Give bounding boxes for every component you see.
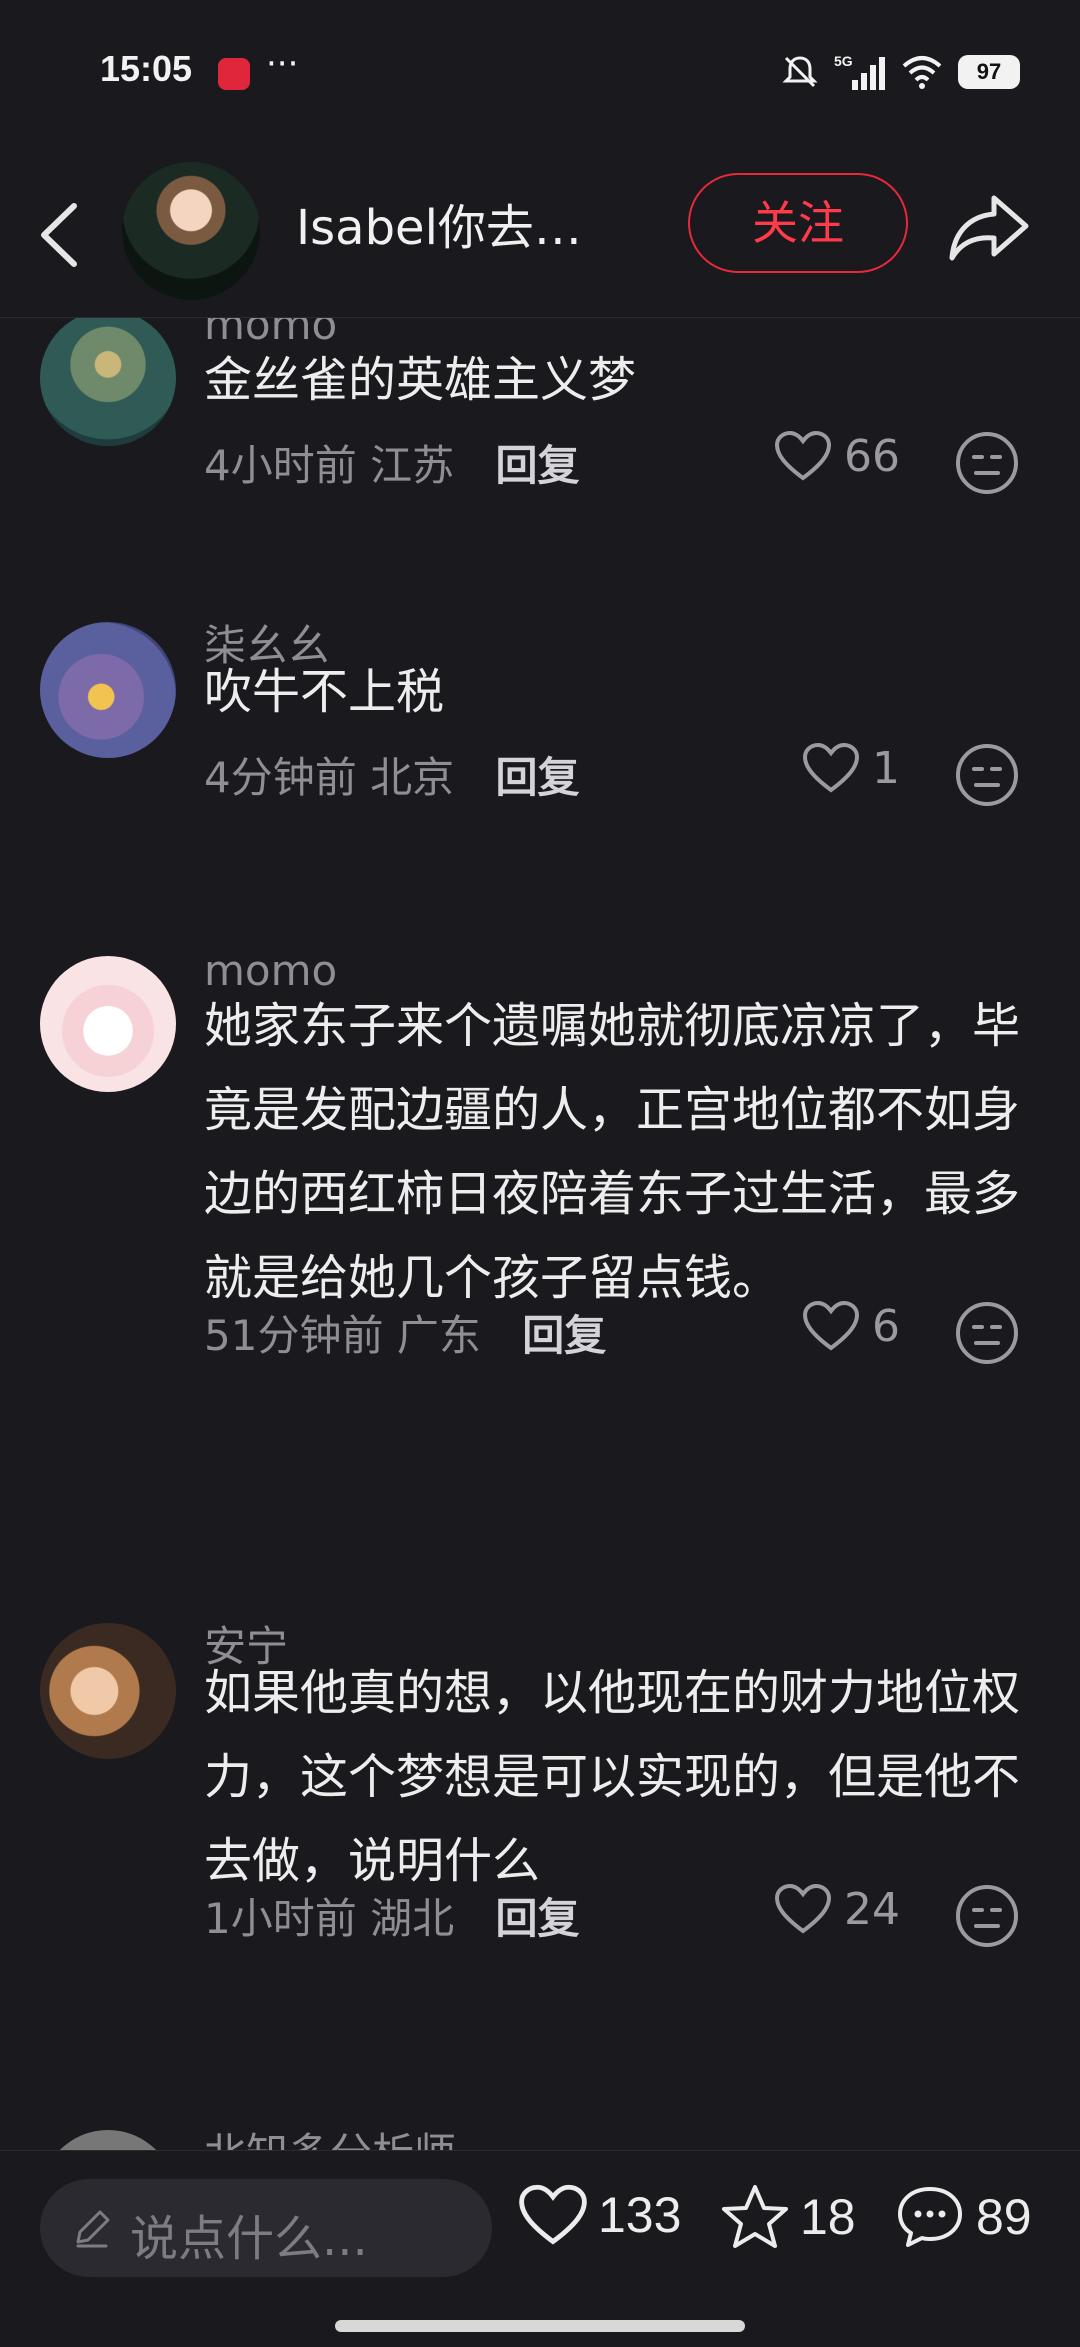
reply-button[interactable]: 回复 [495, 441, 579, 490]
status-icons: 5G 97 [780, 50, 1020, 94]
collect-total: 18 [800, 2189, 856, 2245]
comment-location: 北京 [370, 753, 455, 802]
heart-icon [802, 742, 860, 793]
author-avatar[interactable] [122, 162, 260, 300]
home-indicator[interactable] [335, 2320, 745, 2332]
commenter-avatar[interactable] [40, 956, 176, 1092]
comment-time: 4分钟前 [204, 753, 357, 802]
comment-total: 89 [976, 2189, 1032, 2245]
comment-location: 广东 [396, 1311, 481, 1360]
status-time: 15:05 [100, 48, 193, 89]
comment-like-button[interactable]: 1 [802, 742, 900, 794]
battery-indicator: 97 [958, 55, 1020, 89]
like-count: 24 [844, 1883, 900, 1935]
back-arrow-icon [41, 203, 77, 267]
signal-icon: 5G [834, 53, 885, 90]
comment-time: 1小时前 [204, 1894, 357, 1943]
comment-meta: 51分钟前 广东 回复 [204, 1302, 606, 1363]
follow-button[interactable]: 关注 [688, 173, 908, 273]
reply-button[interactable]: 回复 [495, 753, 579, 802]
heart-icon [774, 1883, 832, 1934]
comment-input-placeholder: 说点什么... [130, 2211, 368, 2267]
commenter-avatar[interactable] [40, 1623, 176, 1759]
comment-like-button[interactable]: 24 [774, 1883, 900, 1935]
comment-bubble-icon [898, 2187, 962, 2247]
reply-button[interactable]: 回复 [522, 1311, 606, 1360]
comment-like-button[interactable]: 6 [802, 1300, 900, 1352]
comment-list: momo 金丝雀的英雄主义梦 4小时前 江苏 回复 66 柒幺幺 吹牛不上税 4… [0, 300, 1080, 2150]
like-total: 133 [598, 2187, 682, 2243]
svg-text:5G: 5G [834, 53, 853, 69]
note-header: Isabel你去… 关注 [0, 150, 1080, 318]
like-count: 1 [872, 742, 900, 794]
comment-text[interactable]: 她家东子来个遗嘱她就彻底凉凉了，毕竟是发配边疆的人，正宫地位都不如身边的西红柿日… [204, 984, 1024, 1320]
comments-button[interactable]: 89 [894, 2183, 1032, 2251]
comment-location: 湖北 [370, 1894, 455, 1943]
share-button[interactable] [944, 188, 1034, 268]
comment-time: 51分钟前 [204, 1311, 384, 1360]
commenter-avatar[interactable] [40, 310, 176, 446]
comment-text[interactable]: 金丝雀的英雄主义梦 [204, 338, 1024, 422]
comment-text[interactable]: 如果他真的想，以他现在的财力地位权力，这个梦想是可以实现的，但是他不去做，说明什… [204, 1651, 1024, 1903]
back-button[interactable] [30, 190, 90, 280]
like-button[interactable]: 133 [518, 2183, 681, 2247]
comment-meta: 4分钟前 北京 回复 [204, 744, 579, 805]
comment-like-button[interactable]: 66 [774, 430, 900, 482]
comment-meta: 1小时前 湖北 回复 [204, 1885, 579, 1946]
reply-button[interactable]: 回复 [495, 1894, 579, 1943]
commenter-avatar[interactable] [40, 622, 176, 758]
like-count: 6 [872, 1300, 900, 1352]
star-icon [722, 2185, 788, 2248]
comment-time: 4小时前 [204, 441, 357, 490]
collect-button[interactable]: 18 [720, 2183, 856, 2251]
dislike-face-icon[interactable] [954, 742, 1020, 808]
heart-icon [774, 430, 832, 481]
author-name[interactable]: Isabel你去… [296, 188, 616, 258]
heart-icon [802, 1300, 860, 1351]
dislike-face-icon[interactable] [954, 1883, 1020, 1949]
comment-text[interactable]: 吹牛不上税 [204, 650, 1024, 734]
heart-icon [519, 2184, 587, 2245]
app-notification-icon [218, 58, 250, 90]
share-icon [949, 195, 1029, 261]
bottom-action-bar: 说点什么... 133 18 89 [0, 2150, 1080, 2347]
like-count: 66 [844, 430, 900, 482]
dislike-face-icon[interactable] [954, 1300, 1020, 1366]
wifi-icon [902, 56, 942, 89]
commenter-name[interactable]: 北知多分析师 [204, 2120, 456, 2150]
comment-input[interactable]: 说点什么... [40, 2179, 492, 2277]
comment-location: 江苏 [370, 441, 455, 490]
comment-meta: 4小时前 江苏 回复 [204, 432, 579, 493]
pencil-icon [76, 2210, 110, 2248]
dislike-face-icon[interactable] [954, 430, 1020, 496]
more-notifications-icon: ··· [266, 44, 299, 84]
status-bar: 15:05 ··· 5G 97 [0, 0, 1080, 150]
mute-icon [782, 56, 818, 88]
commenter-avatar[interactable] [40, 2130, 176, 2150]
